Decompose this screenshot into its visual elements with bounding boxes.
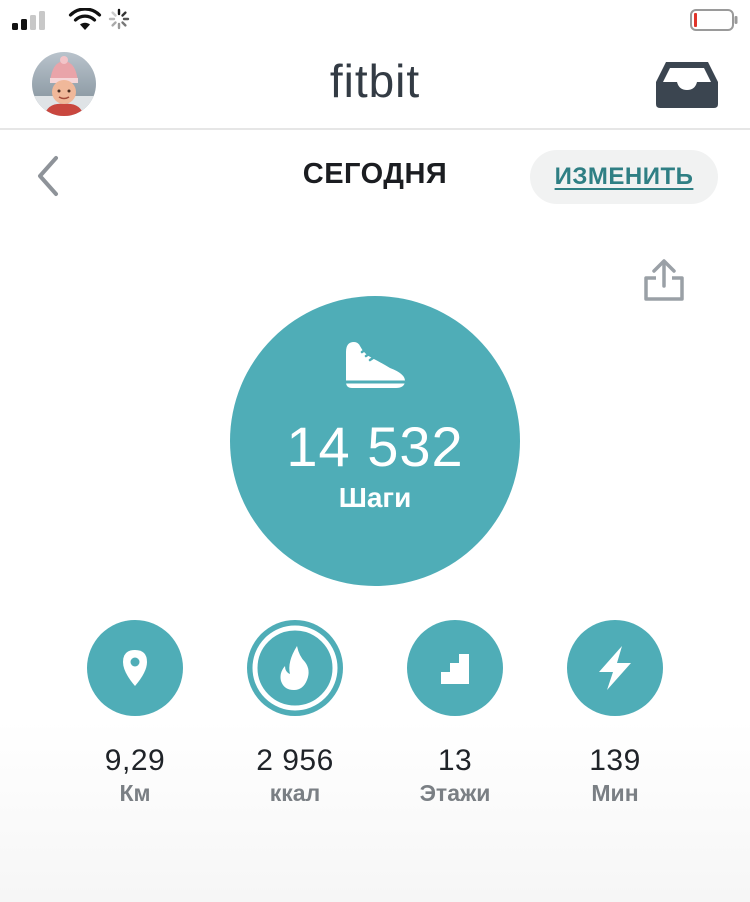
- steps-circle[interactable]: 14 532 Шаги: [230, 296, 520, 586]
- battery-icon: [690, 9, 738, 31]
- cellular-signal-icon: [12, 11, 45, 30]
- steps-value: 14 532: [286, 415, 464, 478]
- inbox-icon[interactable]: [656, 60, 718, 110]
- app-title: fitbit: [329, 55, 421, 107]
- location-pin-icon: [123, 650, 147, 686]
- lightning-icon: [599, 646, 631, 690]
- stat-calories-circle: [247, 620, 343, 716]
- loading-spinner-icon: [108, 8, 130, 30]
- stat-active-minutes-unit: Мин: [591, 780, 639, 806]
- shoe-icon: [346, 342, 406, 388]
- stat-floors-value: 13: [437, 744, 473, 777]
- stat-active-minutes-value: 139: [589, 744, 641, 777]
- app-header: fitbit: [0, 40, 750, 130]
- stat-active-minutes-circle: [567, 620, 663, 716]
- share-icon[interactable]: [640, 258, 688, 302]
- stat-floors-unit: Этажи: [419, 780, 491, 806]
- stat-calories-unit: ккал: [269, 780, 321, 806]
- stat-distance-circle: [87, 620, 183, 716]
- stat-distance[interactable]: 9,29 Км: [55, 620, 215, 807]
- stairs-icon: [441, 654, 469, 684]
- stat-distance-unit: Км: [119, 780, 151, 806]
- wifi-icon: [68, 8, 102, 30]
- edit-button[interactable]: ИЗМЕНИТЬ: [530, 150, 718, 204]
- stat-distance-value: 9,29: [104, 744, 166, 777]
- flame-icon: [252, 625, 338, 711]
- stat-calories[interactable]: 2 956 ккал: [215, 620, 375, 807]
- stat-floors-circle: [407, 620, 503, 716]
- steps-label: Шаги: [338, 482, 412, 513]
- stat-active-minutes[interactable]: 139 Мин: [535, 620, 695, 807]
- stat-calories-value: 2 956: [256, 744, 334, 777]
- status-bar: [0, 0, 750, 40]
- stat-floors[interactable]: 13 Этажи: [375, 620, 535, 807]
- fitbit-today-screen: fitbit СЕГОДНЯ ИЗМЕНИТЬ 14 532 Шаги 9,29…: [0, 0, 750, 902]
